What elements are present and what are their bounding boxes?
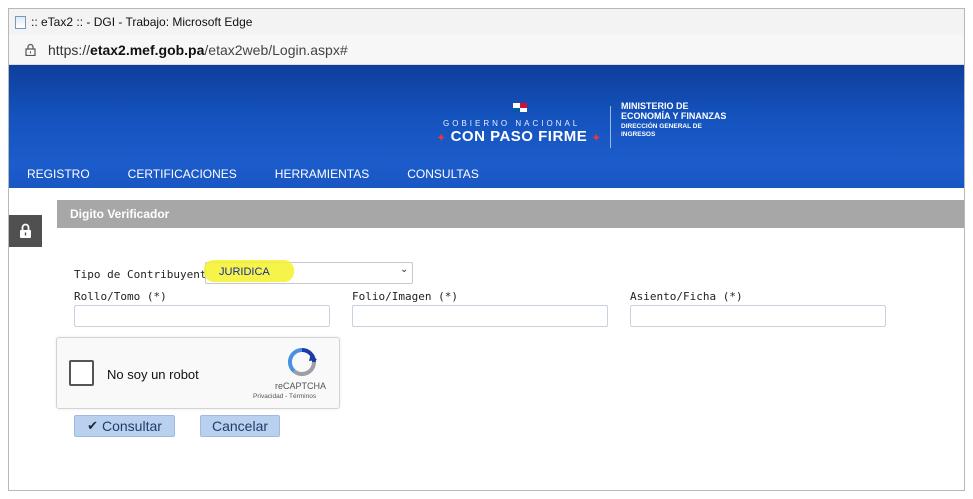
dgi-line-2: INGRESOS xyxy=(621,131,656,138)
nav-item-registro[interactable]: REGISTRO xyxy=(27,167,90,181)
recaptcha-widget: No soy un robot reCAPTCHA Privacidad - T… xyxy=(56,337,340,409)
rollo-tomo-label: Rollo/Tomo (*) xyxy=(74,290,167,303)
lock-tab[interactable] xyxy=(9,215,42,247)
recaptcha-logo-icon xyxy=(287,347,317,377)
url-domain: etax2.mef.gob.pa xyxy=(90,41,205,58)
recaptcha-checkbox[interactable] xyxy=(69,360,94,386)
folio-imagen-label: Folio/Imagen (*) xyxy=(352,290,458,303)
padlock-icon xyxy=(25,43,36,56)
window-title: :: eTax2 :: - DGI - Trabajo: Microsoft E… xyxy=(31,15,253,29)
nav-item-herramientas[interactable]: HERRAMIENTAS xyxy=(275,167,369,181)
ministerio-line-2: ECONOMÍA Y FINANZAS xyxy=(621,111,727,121)
nav-item-consultas[interactable]: CONSULTAS xyxy=(407,167,479,181)
cancelar-label: Cancelar xyxy=(211,418,269,434)
recaptcha-links[interactable]: Privacidad - Términos xyxy=(253,393,316,400)
rollo-tomo-input[interactable] xyxy=(74,305,330,327)
nav-item-certificaciones[interactable]: CERTIFICACIONES xyxy=(128,167,237,181)
browser-window: :: eTax2 :: - DGI - Trabajo: Microsoft E… xyxy=(8,8,965,491)
recaptcha-brand: reCAPTCHA xyxy=(275,381,327,391)
panama-flag-icon xyxy=(513,103,527,112)
section-header: Digito Verificador xyxy=(57,200,964,228)
main-nav: REGISTRO CERTIFICACIONES HERRAMIENTAS CO… xyxy=(27,167,517,181)
asiento-ficha-input[interactable] xyxy=(630,305,886,327)
asiento-ficha-label: Asiento/Ficha (*) xyxy=(630,290,743,303)
paso-firme-text: CON PASO FIRME xyxy=(450,128,588,145)
page-icon xyxy=(15,15,26,29)
title-bar: :: eTax2 :: - DGI - Trabajo: Microsoft E… xyxy=(9,9,964,35)
lock-icon xyxy=(20,223,31,238)
con-paso-firme-logo: ✦ CON PASO FIRME ✦ xyxy=(437,128,601,145)
tipo-contribuyente-value: JURIDICA xyxy=(219,266,270,278)
site-banner: GOBIERNO NACIONAL ✦ CON PASO FIRME ✦ MIN… xyxy=(9,65,964,188)
recaptcha-label: No soy un robot xyxy=(107,367,199,382)
consultar-button[interactable]: ✔ Consultar xyxy=(74,415,175,437)
chevron-down-icon: ⌄ xyxy=(400,264,409,275)
star-icon: ✦ xyxy=(591,133,601,144)
ministerio-line-1: MINISTERIO DE xyxy=(621,101,689,111)
gobierno-nacional-text: GOBIERNO NACIONAL xyxy=(443,119,581,128)
folio-imagen-input[interactable] xyxy=(352,305,608,327)
dgi-line-1: DIRECCIÓN GENERAL DE xyxy=(621,123,702,130)
star-icon: ✦ xyxy=(437,133,446,144)
checkmark-icon: ✔ xyxy=(87,418,98,433)
cancelar-button[interactable]: Cancelar xyxy=(200,415,280,437)
url-prefix: https:// xyxy=(48,41,91,58)
address-bar[interactable]: https://etax2.mef.gob.pa/etax2web/Login.… xyxy=(9,35,964,65)
ministerio-title: MINISTERIO DE ECONOMÍA Y FINANZAS xyxy=(621,101,726,121)
dgi-title: DIRECCIÓN GENERAL DE INGRESOS xyxy=(621,123,702,139)
section-title: Digito Verificador xyxy=(70,207,170,221)
consultar-label: Consultar xyxy=(101,418,162,434)
banner-divider xyxy=(610,106,611,148)
url-path: /etax2web/Login.aspx# xyxy=(204,41,348,58)
tipo-contribuyente-label: Tipo de Contribuyente: xyxy=(74,268,220,281)
